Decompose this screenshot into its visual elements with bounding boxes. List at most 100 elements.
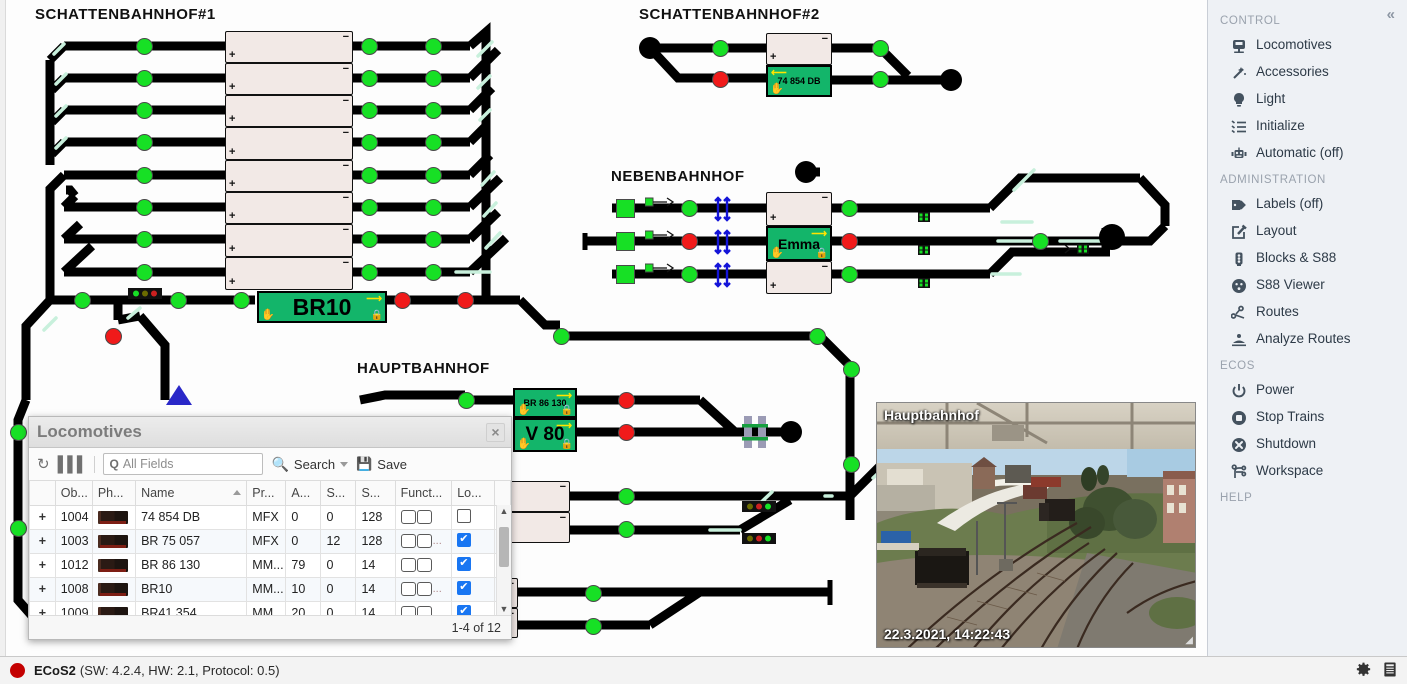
sidebar-item-stop-trains[interactable]: Stop Trains bbox=[1208, 404, 1407, 431]
save-button[interactable]: 💾 Save bbox=[356, 456, 407, 472]
col-object[interactable]: Ob... bbox=[54, 481, 93, 506]
block-indicator[interactable] bbox=[136, 264, 153, 281]
block-indicator[interactable] bbox=[618, 521, 635, 538]
function-buttons[interactable] bbox=[400, 558, 447, 572]
function-buttons[interactable]: ... bbox=[400, 534, 447, 548]
block-indicator[interactable] bbox=[105, 328, 122, 345]
search-button[interactable]: 🔍 Search bbox=[271, 456, 349, 473]
block-nbf-1[interactable]: + − bbox=[766, 192, 832, 226]
block-indicator[interactable] bbox=[843, 361, 860, 378]
col-functions[interactable]: Funct... bbox=[394, 481, 453, 506]
locomotives-table[interactable]: Ob... Ph... Name Pr... A... S... S... Fu… bbox=[29, 481, 511, 615]
block-indicator[interactable] bbox=[136, 231, 153, 248]
dialog-header[interactable]: Locomotives × bbox=[29, 417, 511, 448]
sidebar-item-s88-viewer[interactable]: S88 Viewer bbox=[1208, 272, 1407, 299]
col-protocol[interactable]: Pr... bbox=[246, 481, 287, 506]
signal-mast-icon[interactable] bbox=[645, 196, 675, 212]
sidebar-item-workspace[interactable]: Workspace bbox=[1208, 458, 1407, 485]
cell-functions[interactable] bbox=[394, 600, 453, 615]
s88-sensor-icon[interactable] bbox=[918, 245, 930, 255]
block-indicator[interactable] bbox=[712, 40, 729, 57]
cell-locked[interactable] bbox=[451, 528, 496, 554]
function-button[interactable] bbox=[400, 582, 416, 596]
block-indicator[interactable] bbox=[361, 264, 378, 281]
sidebar-item-light[interactable]: Light bbox=[1208, 86, 1407, 113]
block-indicator[interactable] bbox=[361, 102, 378, 119]
cell-functions[interactable]: ... bbox=[394, 576, 453, 602]
block-indicator[interactable] bbox=[425, 167, 442, 184]
block-indicator[interactable] bbox=[585, 618, 602, 635]
lock-icon[interactable]: 🔒 bbox=[816, 249, 828, 259]
signal-3aspect-icon[interactable] bbox=[128, 288, 162, 299]
col-locked[interactable]: Lo... bbox=[451, 481, 496, 506]
locomotives-table-body[interactable]: + 1004 74 854 DB MFX 0 0 128 + 1003 BR 7… bbox=[29, 504, 511, 615]
block-indicator[interactable] bbox=[425, 231, 442, 248]
stop-hand-icon[interactable]: ✋ bbox=[261, 310, 275, 321]
signal-mast-icon[interactable] bbox=[645, 229, 675, 245]
block-indicator[interactable] bbox=[425, 199, 442, 216]
block-indicator[interactable] bbox=[553, 328, 570, 345]
refresh-icon[interactable]: ↻ bbox=[37, 457, 50, 472]
function-button[interactable] bbox=[400, 558, 416, 572]
block-sbf2-1[interactable]: + − bbox=[766, 33, 832, 65]
stop-hand-icon[interactable]: ✋ bbox=[517, 439, 531, 450]
block-sbf1-8[interactable]: + − bbox=[225, 257, 353, 290]
block-indicator[interactable] bbox=[136, 70, 153, 87]
block-indicator[interactable] bbox=[681, 200, 698, 217]
block-indicator[interactable] bbox=[233, 292, 250, 309]
col-speed[interactable]: S... bbox=[320, 481, 357, 506]
expand-toggle[interactable]: + bbox=[29, 504, 56, 530]
cell-functions[interactable]: ... bbox=[394, 528, 453, 554]
block-indicator[interactable] bbox=[618, 424, 635, 441]
sidebar-item-shutdown[interactable]: Shutdown bbox=[1208, 431, 1407, 458]
close-icon[interactable]: × bbox=[486, 422, 505, 442]
sidebar-item-power[interactable]: Power bbox=[1208, 377, 1407, 404]
block-indicator[interactable] bbox=[425, 134, 442, 151]
function-button[interactable] bbox=[416, 582, 432, 596]
route-square[interactable] bbox=[616, 265, 635, 284]
cell-locked[interactable] bbox=[451, 600, 496, 615]
s88-sensor-icon[interactable] bbox=[918, 278, 930, 288]
col-photo[interactable]: Ph... bbox=[91, 481, 137, 506]
locomotives-table-wrapper[interactable]: Ob... Ph... Name Pr... A... S... S... Fu… bbox=[29, 481, 511, 615]
function-buttons[interactable]: ... bbox=[400, 582, 447, 596]
function-button[interactable] bbox=[416, 606, 432, 615]
block-indicator[interactable] bbox=[394, 292, 411, 309]
block-indicator[interactable] bbox=[10, 424, 27, 441]
sidebar-item-locomotives[interactable]: Locomotives bbox=[1208, 32, 1407, 59]
route-square[interactable] bbox=[616, 232, 635, 251]
function-button[interactable] bbox=[416, 534, 432, 548]
cell-locked[interactable] bbox=[451, 504, 496, 530]
function-button[interactable] bbox=[416, 510, 432, 524]
block-indicator[interactable] bbox=[681, 266, 698, 283]
search-input[interactable]: Q All Fields bbox=[103, 453, 264, 475]
cell-functions[interactable] bbox=[394, 504, 453, 530]
block-indicator[interactable] bbox=[841, 200, 858, 217]
cell-locked[interactable] bbox=[451, 576, 496, 602]
expand-toggle[interactable]: + bbox=[29, 600, 56, 615]
block-indicator[interactable] bbox=[361, 70, 378, 87]
block-indicator[interactable] bbox=[136, 134, 153, 151]
block-indicator[interactable] bbox=[136, 199, 153, 216]
sidebar-item-analyze-routes[interactable]: Analyze Routes bbox=[1208, 326, 1407, 353]
signal-3aspect-icon[interactable] bbox=[742, 501, 776, 512]
decoupler-icon[interactable] bbox=[713, 262, 739, 288]
block-indicator[interactable] bbox=[618, 488, 635, 505]
block-indicator[interactable] bbox=[585, 585, 602, 602]
block-indicator[interactable] bbox=[361, 199, 378, 216]
stop-hand-icon[interactable]: ✋ bbox=[770, 84, 784, 95]
block-indicator[interactable] bbox=[425, 38, 442, 55]
block-sbf1-6[interactable]: + − bbox=[225, 192, 353, 224]
block-indicator[interactable] bbox=[425, 70, 442, 87]
block-indicator[interactable] bbox=[361, 38, 378, 55]
col-address[interactable]: A... bbox=[285, 481, 322, 506]
block-sbf1-4[interactable]: + − bbox=[225, 127, 353, 160]
block-sbf1-3[interactable]: + − bbox=[225, 95, 353, 127]
status-indicator[interactable] bbox=[10, 663, 25, 678]
function-buttons[interactable] bbox=[400, 606, 447, 615]
locomotives-dialog[interactable]: Locomotives × ↻ ▌▌▌ Q All Fields 🔍 Searc… bbox=[28, 416, 512, 640]
col-name[interactable]: Name bbox=[135, 481, 248, 506]
locked-checkbox[interactable] bbox=[457, 580, 472, 595]
locked-checkbox[interactable] bbox=[457, 556, 472, 571]
loco-label-emma[interactable]: ✋ ⟶ Emma 🔒 bbox=[766, 226, 832, 261]
